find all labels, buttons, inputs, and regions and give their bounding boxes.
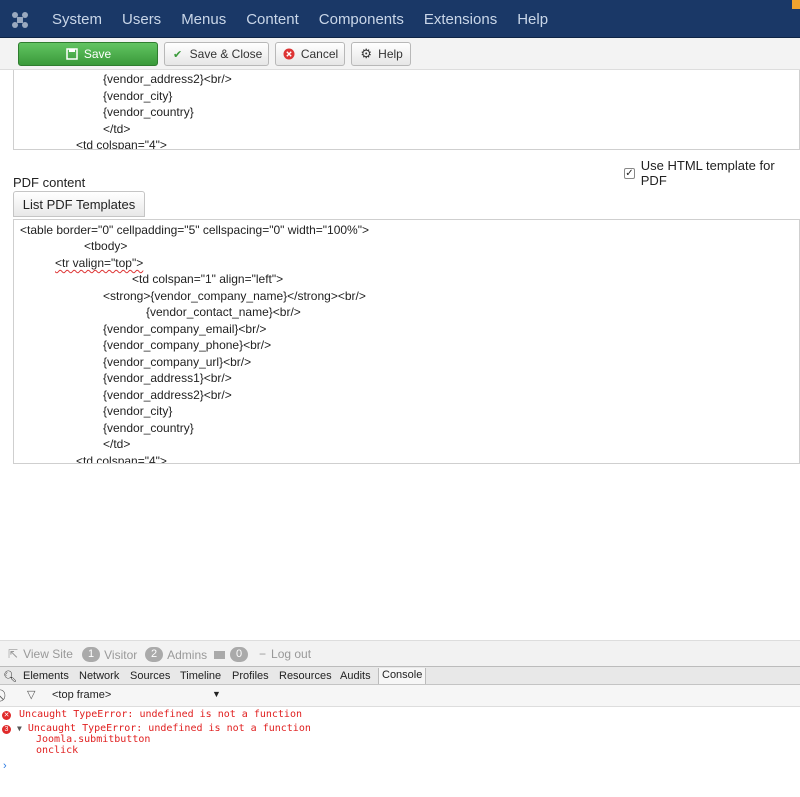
code-line: <td colspan="1" align="left"> — [132, 272, 284, 286]
mail-icon — [214, 650, 225, 659]
code-line: {vendor_address2}<br/> — [103, 388, 232, 402]
chevron-down-icon[interactable]: ▼ — [212, 689, 221, 699]
gear-icon: ⚙ — [360, 46, 372, 61]
html-template-editor[interactable]: {vendor_address2}<br/> {vendor_city} {ve… — [13, 70, 800, 150]
list-pdf-templates-button[interactable]: List PDF Templates — [13, 191, 145, 217]
filter-icon[interactable]: ▽ — [27, 688, 35, 701]
tab-timeline[interactable]: Timeline — [180, 670, 221, 682]
menu-system[interactable]: System — [52, 11, 102, 28]
tab-profiles[interactable]: Profiles — [232, 670, 269, 682]
visitor-label: Visitor — [104, 647, 138, 662]
tab-elements[interactable]: Elements — [23, 670, 69, 682]
save-close-label: Save & Close — [189, 47, 263, 61]
code-line: {vendor_company_url}<br/> — [103, 355, 252, 369]
code-line: </td> — [103, 122, 131, 136]
messages-count-badge: 0 — [230, 647, 249, 662]
pdf-content-label: PDF content — [13, 175, 86, 190]
code-line: {vendor_address1}<br/> — [103, 371, 232, 385]
use-html-template-checkbox[interactable]: ✓ — [624, 167, 635, 179]
cancel-button[interactable]: Cancel — [275, 42, 345, 66]
save-label: Save — [83, 47, 112, 61]
error-icon: ✕ — [2, 711, 11, 720]
code-line: <tbody> — [84, 239, 128, 253]
menu-users[interactable]: Users — [122, 11, 161, 28]
code-line: {vendor_country} — [103, 421, 194, 435]
pdf-content-editor[interactable]: <table border="0" cellpadding="5" cellsp… — [13, 219, 800, 464]
view-site-label: View Site — [23, 647, 73, 661]
cancel-icon — [282, 47, 296, 61]
admins-label: Admins — [167, 647, 208, 662]
code-line: <td colspan="4"> — [76, 138, 167, 150]
tab-resources[interactable]: Resources — [279, 670, 332, 682]
code-line: </td> — [103, 437, 131, 451]
messages-count[interactable]: 0 — [214, 647, 252, 662]
top-navbar: System Users Menus Content Components Ex… — [0, 0, 800, 38]
code-line: {vendor_address2}<br/> — [103, 72, 232, 86]
menu-menus[interactable]: Menus — [181, 11, 226, 28]
menu-components[interactable]: Components — [319, 11, 404, 28]
admin-status-bar: ⇱ View Site 1 Visitor 2 Admins 0 − Log o… — [0, 640, 800, 666]
save-button[interactable]: Save — [18, 42, 158, 66]
tab-network[interactable]: Network — [79, 670, 119, 682]
tab-sources[interactable]: Sources — [130, 670, 170, 682]
code-line: {vendor_company_email}<br/> — [103, 322, 267, 336]
code-line: {vendor_country} — [103, 105, 194, 119]
code-line: {vendor_contact_name}<br/> — [146, 305, 301, 319]
console-output: ✕ Uncaught TypeError: undefined is not a… — [0, 707, 800, 797]
console-error: ✕ Uncaught TypeError: undefined is not a… — [0, 709, 800, 720]
logout-icon: − — [259, 647, 267, 661]
main-menu: System Users Menus Content Components Ex… — [52, 11, 568, 28]
help-button[interactable]: ⚙ Help — [351, 42, 411, 66]
console-error[interactable]: 3 ▼ Uncaught TypeError: undefined is not… — [0, 723, 800, 734]
frame-selector[interactable]: <top frame> — [52, 689, 111, 701]
error-message: Uncaught TypeError: undefined is not a f… — [27, 723, 311, 734]
error-message: Uncaught TypeError: undefined is not a f… — [19, 709, 302, 720]
logout-link[interactable]: − Log out — [259, 647, 311, 661]
visitor-count: 1 Visitor — [82, 647, 137, 662]
stack-trace-line[interactable]: onclick — [36, 745, 800, 756]
menu-help[interactable]: Help — [517, 11, 548, 28]
notification-badge — [792, 0, 800, 9]
use-html-template-label: Use HTML template for PDF — [640, 158, 775, 188]
view-site-link[interactable]: ⇱ View Site — [8, 647, 73, 661]
help-label: Help — [378, 47, 403, 61]
logout-label: Log out — [271, 647, 312, 661]
cancel-label: Cancel — [300, 47, 339, 61]
error-count-badge: 3 — [2, 725, 11, 734]
check-icon: ✔ — [173, 48, 183, 61]
code-line: {vendor_city} — [103, 89, 173, 103]
stack-trace-line[interactable]: Joomla.submitbutton — [36, 734, 800, 745]
console-prompt[interactable]: › — [3, 760, 800, 772]
code-line: <strong>{vendor_company_name}</strong><b… — [103, 289, 366, 303]
code-line: <tr valign="top"> — [55, 256, 144, 270]
menu-content[interactable]: Content — [246, 11, 299, 28]
code-line: {vendor_city} — [103, 404, 173, 418]
admins-count-badge: 2 — [145, 647, 164, 662]
code-line: <table border="0" cellpadding="5" cellsp… — [20, 223, 369, 237]
devtools-tabs: 🔍︎ Elements Network Sources Timeline Pro… — [0, 666, 800, 685]
toolbar: Save ✔ Save & Close Cancel ⚙ Help — [0, 38, 800, 70]
visitor-count-badge: 1 — [82, 647, 101, 662]
use-html-template-option[interactable]: ✓ Use HTML template for PDF — [624, 158, 800, 188]
admins-count: 2 Admins — [145, 647, 207, 662]
external-link-icon: ⇱ — [8, 647, 19, 661]
save-close-button[interactable]: ✔ Save & Close — [164, 42, 269, 66]
expand-arrow-icon[interactable]: ▼ — [17, 724, 22, 733]
devtools-search-icon[interactable]: 🔍︎ — [3, 670, 17, 683]
code-line: <td colspan="4"> — [76, 454, 167, 464]
code-line: {vendor_company_phone}<br/> — [103, 338, 272, 352]
tab-audits[interactable]: Audits — [340, 670, 371, 682]
tab-console[interactable]: Console — [378, 668, 427, 684]
menu-extensions[interactable]: Extensions — [424, 11, 497, 28]
console-filter-bar: ⃠ ▽ <top frame> ▼ — [0, 685, 800, 707]
save-icon — [65, 47, 79, 61]
joomla-logo-icon[interactable] — [9, 9, 31, 31]
